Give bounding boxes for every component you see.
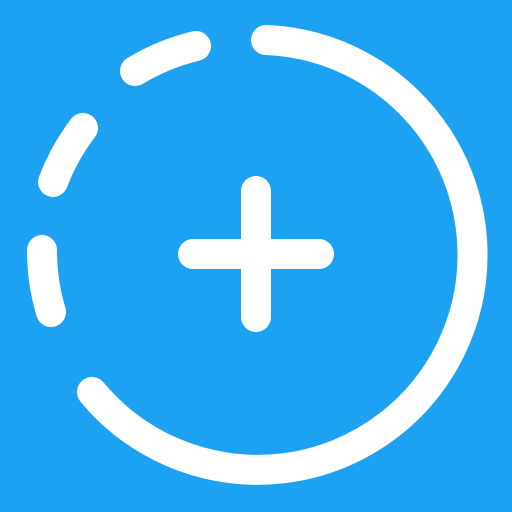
add-story-icon [0, 0, 512, 512]
story-ring-dash-segment [26, 235, 66, 327]
app-icon[interactable] [0, 0, 512, 512]
